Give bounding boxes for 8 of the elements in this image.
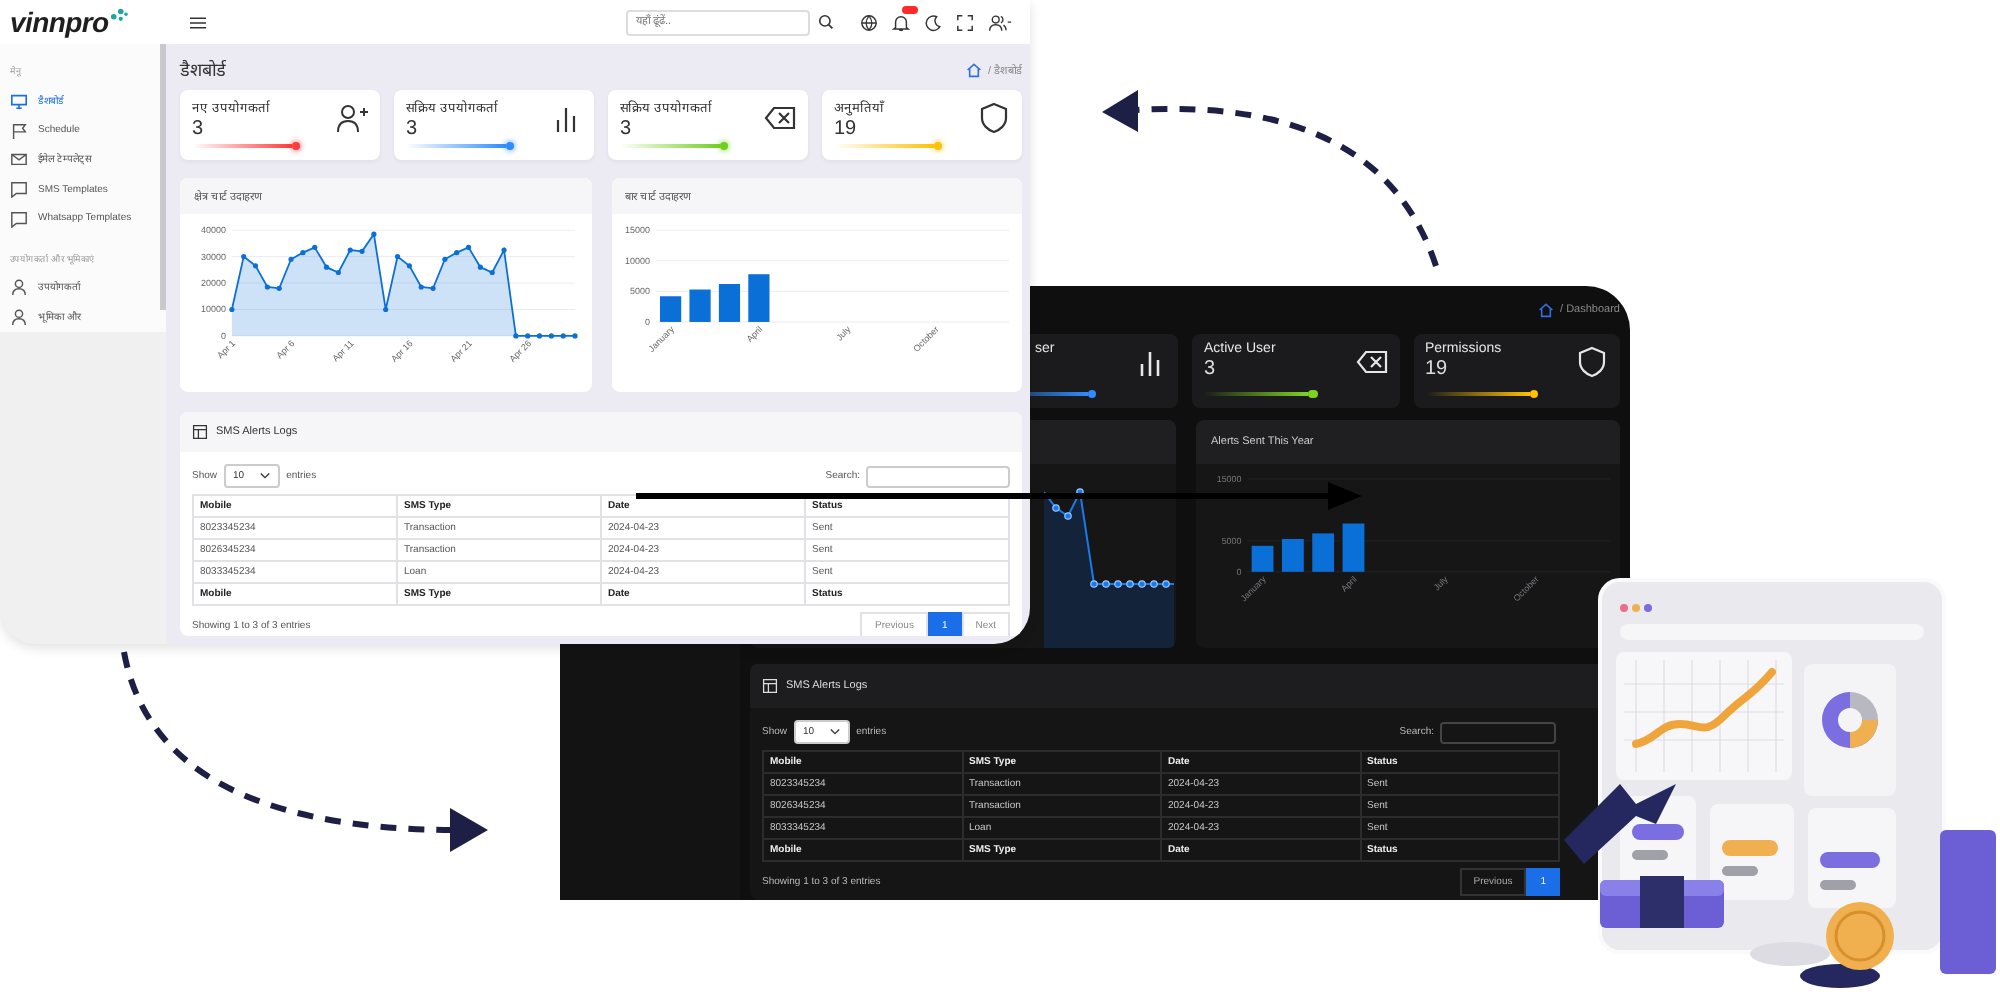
stat-value: 3	[1204, 358, 1216, 380]
logo[interactable]: vinnpro	[10, 8, 109, 36]
page-title: डैशबोर्ड	[180, 58, 226, 82]
stat-value: 3	[620, 118, 632, 140]
stat-value: 3	[192, 118, 204, 140]
stat-value: 3	[406, 118, 418, 140]
stat-value: 19	[834, 118, 857, 140]
stat-value: 19	[1425, 358, 1448, 380]
